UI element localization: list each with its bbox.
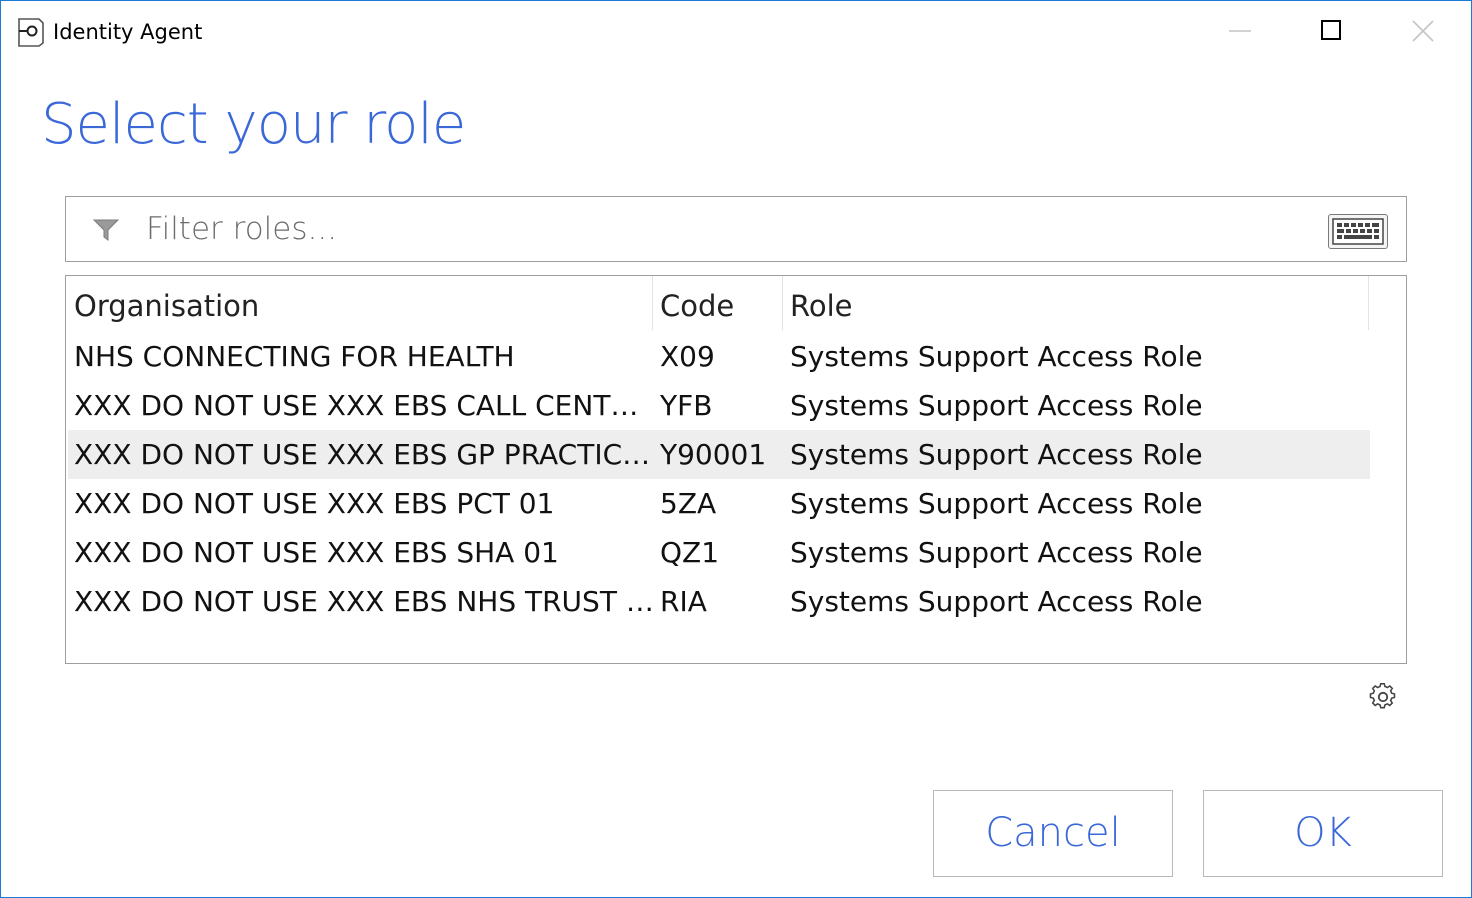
cell-role: Systems Support Access Role: [790, 340, 1203, 373]
table-row-selected[interactable]: XXX DO NOT USE XXX EBS GP PRACTICE... Y9…: [68, 430, 1370, 479]
page-title: Select your role: [41, 92, 466, 157]
filter-box: [65, 196, 1407, 262]
cell-code: QZ1: [660, 536, 720, 569]
table-row[interactable]: XXX DO NOT USE XXX EBS PCT 01 5ZA System…: [68, 479, 1370, 528]
cancel-button[interactable]: Cancel: [933, 790, 1173, 877]
roles-table[interactable]: Organisation Code Role NHS CONNECTING FO…: [65, 275, 1407, 664]
identity-agent-icon: [18, 18, 44, 47]
cell-organisation: XXX DO NOT USE XXX EBS CALL CENTR...: [74, 389, 654, 422]
cell-role: Systems Support Access Role: [790, 585, 1203, 618]
title-bar[interactable]: Identity Agent: [1, 1, 1471, 61]
cell-organisation: XXX DO NOT USE XXX EBS SHA 01: [74, 536, 559, 569]
cell-code: RIA: [660, 585, 707, 618]
cell-code: X09: [660, 340, 715, 373]
cell-organisation: XXX DO NOT USE XXX EBS NHS TRUST 01: [74, 585, 654, 618]
cell-role: Systems Support Access Role: [790, 389, 1203, 422]
minimize-button[interactable]: [1217, 7, 1263, 53]
table-row[interactable]: XXX DO NOT USE XXX EBS SHA 01 QZ1 System…: [68, 528, 1370, 577]
cell-code: Y90001: [660, 438, 767, 471]
close-button[interactable]: [1399, 7, 1445, 53]
column-header-organisation[interactable]: Organisation: [74, 286, 259, 326]
cell-code: YFB: [660, 389, 713, 422]
table-row[interactable]: NHS CONNECTING FOR HEALTH X09 Systems Su…: [68, 332, 1370, 381]
on-screen-keyboard-button[interactable]: [1328, 214, 1388, 249]
maximize-button[interactable]: [1308, 7, 1354, 53]
minimize-icon: [1229, 30, 1251, 32]
maximize-icon: [1321, 20, 1341, 40]
funnel-icon: [92, 219, 120, 241]
gear-icon[interactable]: [1369, 683, 1397, 711]
cell-organisation: XXX DO NOT USE XXX EBS PCT 01: [74, 487, 555, 520]
ok-button[interactable]: OK: [1203, 790, 1443, 877]
column-divider[interactable]: [782, 276, 783, 330]
table-row[interactable]: XXX DO NOT USE XXX EBS NHS TRUST 01 RIA …: [68, 577, 1370, 626]
close-icon: [1412, 20, 1434, 42]
table-row[interactable]: XXX DO NOT USE XXX EBS CALL CENTR... YFB…: [68, 381, 1370, 430]
column-header-code[interactable]: Code: [660, 286, 734, 326]
window-title: Identity Agent: [53, 20, 203, 44]
column-header-role[interactable]: Role: [790, 286, 853, 326]
cell-role: Systems Support Access Role: [790, 438, 1203, 471]
cell-role: Systems Support Access Role: [790, 487, 1203, 520]
column-divider[interactable]: [1368, 276, 1369, 330]
cell-organisation: XXX DO NOT USE XXX EBS GP PRACTICE...: [74, 438, 654, 471]
column-divider[interactable]: [652, 276, 653, 330]
cell-organisation: NHS CONNECTING FOR HEALTH: [74, 340, 515, 373]
cell-role: Systems Support Access Role: [790, 536, 1203, 569]
cell-code: 5ZA: [660, 487, 717, 520]
table-header: Organisation Code Role: [66, 276, 1370, 332]
filter-roles-input[interactable]: [146, 207, 1296, 251]
table-rows: NHS CONNECTING FOR HEALTH X09 Systems Su…: [68, 332, 1370, 626]
identity-agent-window: Identity Agent Select your role Filter r…: [0, 0, 1472, 898]
keyboard-icon: [1332, 218, 1384, 245]
